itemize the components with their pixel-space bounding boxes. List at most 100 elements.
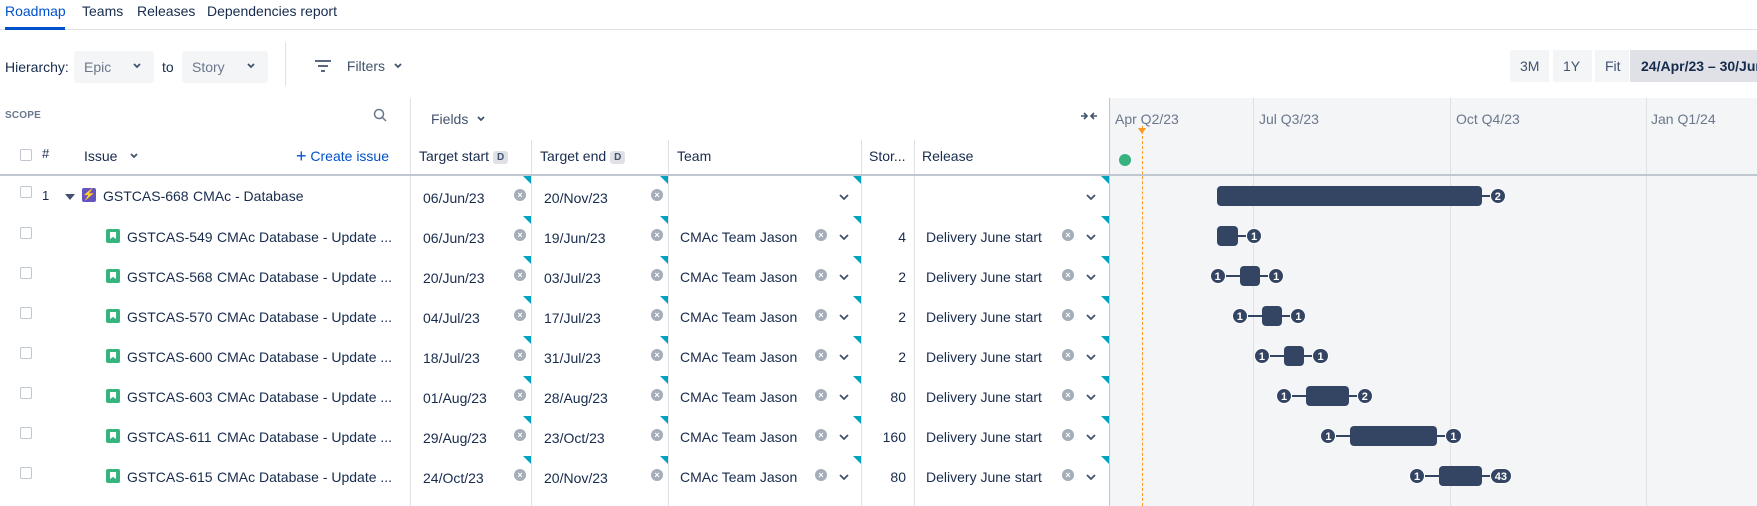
target-end-value[interactable]: 19/Jun/23 — [544, 230, 606, 246]
chevron-down-icon[interactable] — [1085, 432, 1097, 442]
chevron-down-icon[interactable] — [838, 432, 850, 442]
team-value[interactable]: CMAc Team Jason — [680, 469, 797, 485]
incoming-dependency-badge[interactable]: 1 — [1209, 268, 1226, 284]
select-all-checkbox[interactable] — [20, 149, 32, 161]
target-end-value[interactable]: 23/Oct/23 — [544, 430, 605, 446]
row-checkbox[interactable] — [20, 427, 32, 439]
target-end-column-header[interactable]: Target end D — [540, 148, 626, 164]
zoom-1y-button[interactable]: 1Y — [1553, 50, 1592, 82]
release-value[interactable]: Delivery June start — [926, 349, 1042, 365]
table-row[interactable]: GSTCAS-600 CMAc Database - Update ... 18/J… — [0, 336, 1109, 376]
clear-icon[interactable]: × — [651, 389, 663, 401]
incoming-dependency-badge[interactable]: 1 — [1408, 468, 1426, 484]
story-points-value[interactable]: 2 — [866, 309, 906, 325]
chevron-down-icon[interactable] — [838, 472, 850, 482]
table-row[interactable]: GSTCAS-568 CMAc Database - Update ... 20/J… — [0, 256, 1109, 296]
clear-icon[interactable]: × — [514, 229, 526, 241]
incoming-dependency-badge[interactable]: 1 — [1253, 348, 1271, 364]
clear-icon[interactable]: × — [815, 269, 827, 281]
target-end-value[interactable]: 20/Nov/23 — [544, 470, 608, 486]
outgoing-dependency-badge[interactable]: 1 — [1312, 348, 1329, 364]
clear-icon[interactable]: × — [1062, 389, 1074, 401]
chevron-down-icon[interactable] — [1085, 352, 1097, 362]
clear-icon[interactable]: × — [651, 189, 663, 201]
table-row[interactable]: GSTCAS-611 CMAc Database - Update ... 29/A… — [0, 416, 1109, 456]
clear-icon[interactable]: × — [651, 269, 663, 281]
target-end-value[interactable]: 03/Jul/23 — [544, 270, 601, 286]
chevron-down-icon[interactable] — [1085, 472, 1097, 482]
hierarchy-to-select[interactable]: Story — [182, 51, 268, 83]
clear-icon[interactable]: × — [1062, 269, 1074, 281]
clear-icon[interactable]: × — [815, 349, 827, 361]
clear-icon[interactable]: × — [651, 429, 663, 441]
release-value[interactable]: Delivery June start — [926, 269, 1042, 285]
release-value[interactable]: Delivery June start — [926, 309, 1042, 325]
clear-icon[interactable]: × — [1062, 309, 1074, 321]
chevron-down-icon[interactable] — [838, 192, 850, 202]
target-start-value[interactable]: 06/Jun/23 — [423, 230, 485, 246]
epic-row[interactable]: 1 ⚡ GSTCAS-668 CMAc - Database 06/Jun/23 × 20/… — [0, 176, 1109, 216]
team-value[interactable]: CMAc Team Jason — [680, 389, 797, 405]
timeline-bar[interactable] — [1239, 266, 1261, 286]
target-start-value[interactable]: 29/Aug/23 — [423, 430, 487, 446]
team-value[interactable]: CMAc Team Jason — [680, 429, 797, 445]
story-points-value[interactable]: 2 — [866, 269, 906, 285]
timeline-bar[interactable] — [1217, 226, 1238, 246]
target-start-value[interactable]: 04/Jul/23 — [423, 310, 480, 326]
chevron-down-icon[interactable] — [1085, 272, 1097, 282]
search-icon[interactable] — [373, 108, 387, 122]
issue-key-link[interactable]: GSTCAS-615 — [127, 469, 213, 485]
row-checkbox[interactable] — [20, 186, 32, 198]
story-points-value[interactable]: 2 — [866, 349, 906, 365]
chevron-down-icon[interactable] — [1085, 192, 1097, 202]
chevron-down-icon[interactable] — [1085, 392, 1097, 402]
clear-icon[interactable]: × — [514, 429, 526, 441]
issue-key-link[interactable]: GSTCAS-568 — [127, 269, 213, 285]
issue-column-header[interactable]: Issue — [84, 148, 139, 164]
timeline-bar[interactable] — [1217, 186, 1482, 206]
clear-icon[interactable]: × — [514, 189, 526, 201]
chevron-down-icon[interactable] — [838, 272, 850, 282]
expand-caret-icon[interactable] — [65, 194, 75, 200]
clear-icon[interactable]: × — [514, 309, 526, 321]
clear-icon[interactable]: × — [651, 349, 663, 361]
target-end-value[interactable]: 28/Aug/23 — [544, 390, 608, 406]
clear-icon[interactable]: × — [651, 229, 663, 241]
target-end-value[interactable]: 17/Jul/23 — [544, 310, 601, 326]
story-points-value[interactable]: 80 — [866, 389, 906, 405]
row-checkbox[interactable] — [20, 347, 32, 359]
table-row[interactable]: GSTCAS-549 CMAc Database - Update ... 06/J… — [0, 216, 1109, 256]
clear-icon[interactable]: × — [514, 469, 526, 481]
chevron-down-icon[interactable] — [838, 312, 850, 322]
table-row[interactable]: GSTCAS-603 CMAc Database - Update ... 01/A… — [0, 376, 1109, 416]
target-end-value[interactable]: 20/Nov/23 — [544, 190, 608, 206]
team-value[interactable]: CMAc Team Jason — [680, 269, 797, 285]
row-checkbox[interactable] — [20, 467, 32, 479]
outgoing-dependency-badge[interactable]: 2 — [1489, 188, 1506, 204]
clear-icon[interactable]: × — [815, 469, 827, 481]
team-value[interactable]: CMAc Team Jason — [680, 309, 797, 325]
row-checkbox[interactable] — [20, 387, 32, 399]
release-value[interactable]: Delivery June start — [926, 229, 1042, 245]
timeline-bar[interactable] — [1283, 346, 1305, 366]
outgoing-dependency-badge[interactable]: 1 — [1445, 428, 1462, 444]
story-points-value[interactable]: 160 — [866, 429, 906, 445]
clear-icon[interactable]: × — [514, 389, 526, 401]
clear-icon[interactable]: × — [1062, 229, 1074, 241]
target-start-value[interactable]: 20/Jun/23 — [423, 270, 485, 286]
table-row[interactable]: GSTCAS-615 CMAc Database - Update ... 24/O… — [0, 456, 1109, 496]
row-checkbox[interactable] — [20, 267, 32, 279]
outgoing-dependency-badge[interactable]: 1 — [1246, 228, 1263, 244]
story-points-column-header[interactable]: Stor... — [869, 148, 906, 164]
issue-key-link[interactable]: GSTCAS-549 — [127, 229, 213, 245]
release-value[interactable]: Delivery June start — [926, 389, 1042, 405]
story-points-value[interactable]: 80 — [866, 469, 906, 485]
target-start-value[interactable]: 24/Oct/23 — [423, 470, 484, 486]
release-value[interactable]: Delivery June start — [926, 429, 1042, 445]
clear-icon[interactable]: × — [815, 229, 827, 241]
clear-icon[interactable]: × — [1062, 469, 1074, 481]
timeline-bar[interactable] — [1261, 306, 1283, 326]
chevron-down-icon[interactable] — [838, 232, 850, 242]
tab-releases[interactable]: Releases — [137, 3, 195, 19]
tab-dependencies-report[interactable]: Dependencies report — [207, 3, 337, 19]
